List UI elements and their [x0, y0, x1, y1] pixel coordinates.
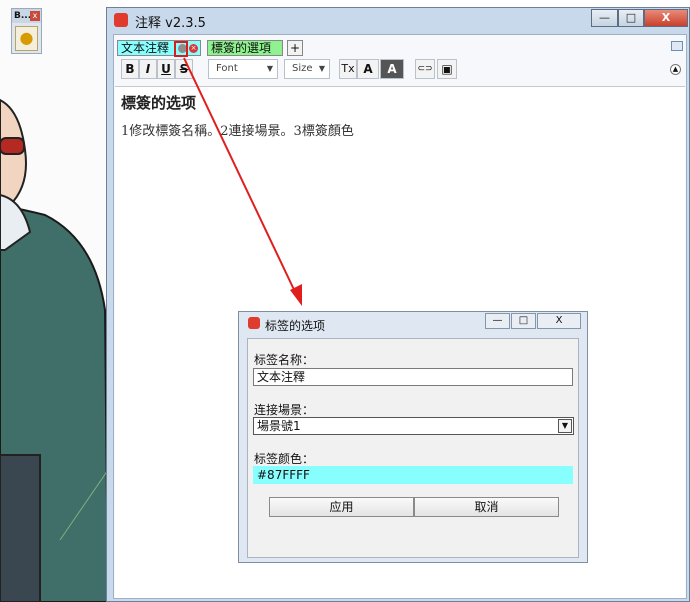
font-dropdown[interactable]: Font ▼ [208, 59, 278, 79]
clear-format-button[interactable]: Tx [339, 59, 357, 79]
close-icon[interactable]: × [189, 44, 198, 53]
tab-label: 文本注釋 [121, 41, 170, 55]
scene-label: 连接場景： [254, 403, 315, 417]
apply-button[interactable]: 应用 [269, 497, 414, 517]
text-color-button[interactable]: A [357, 59, 379, 79]
floating-toolbar: B... x ● [11, 8, 42, 54]
window-titlebar[interactable]: 注释 v2.3.5 — □ X [107, 8, 689, 33]
size-dropdown-label: Size [292, 63, 313, 74]
background-color-button[interactable]: A [380, 59, 404, 79]
underline-button[interactable]: U [157, 59, 175, 79]
chevron-down-icon: ▼ [266, 64, 273, 73]
window-title: 注释 v2.3.5 [135, 16, 206, 31]
italic-button[interactable]: I [139, 59, 157, 79]
speech-bubble-icon[interactable]: ● [15, 26, 38, 51]
floating-toolbar-close-icon[interactable]: x [30, 11, 40, 21]
collapse-icon[interactable]: ▲ [670, 64, 681, 75]
color-label: 标签颜色： [254, 452, 315, 466]
editor-toolbar: B I U S Font ▼ Size ▼ Tx A A ⊂⊃ ▣ ▲ [117, 59, 683, 81]
minimize-button[interactable]: — [591, 9, 618, 27]
app-icon [114, 13, 128, 27]
tab-text-annotation[interactable]: 文本注釋 × [117, 40, 201, 56]
dialog-maximize-button[interactable]: □ [511, 313, 536, 329]
dialog-body: 标签名称： 文本注釋 连接場景： 場景號1 ▼ 标签颜色： #87FFFF 应用… [247, 338, 579, 558]
size-dropdown[interactable]: Size ▼ [284, 59, 330, 79]
dialog-minimize-button[interactable]: — [485, 313, 510, 329]
dialog-close-button[interactable]: X [537, 313, 581, 329]
add-tab-button[interactable]: + [287, 40, 303, 56]
menu-icon[interactable] [671, 41, 683, 51]
name-field[interactable]: 文本注釋 [253, 368, 573, 386]
dialog-title: 标签的选项 [265, 319, 326, 333]
annotation-highlight-box [174, 41, 188, 57]
character-illustration [0, 98, 108, 602]
close-button[interactable]: X [644, 9, 688, 27]
document-text: 1修改標簽名稱。2連接場景。3標簽顏色 [121, 124, 354, 139]
document-heading: 標簽的选项 [121, 94, 197, 112]
chevron-down-icon: ▼ [318, 64, 325, 73]
background-scene: B... x ● [0, 0, 108, 602]
strikethrough-button[interactable]: S [175, 59, 193, 79]
scene-select[interactable]: 場景號1 ▼ [253, 417, 574, 435]
maximize-button[interactable]: □ [618, 9, 644, 27]
font-dropdown-label: Font [216, 63, 238, 74]
tab-label-options[interactable]: 標簽的選項 [207, 40, 283, 56]
dialog-titlebar[interactable]: 标签的选项 — □ X [239, 312, 587, 334]
chevron-down-icon[interactable]: ▼ [558, 419, 572, 433]
link-icon[interactable]: ⊂⊃ [415, 59, 435, 79]
image-icon[interactable]: ▣ [437, 59, 457, 79]
bold-button[interactable]: B [121, 59, 139, 79]
label-options-dialog: 标签的选项 — □ X 标签名称： 文本注釋 连接場景： 場景號1 ▼ 标签颜色… [238, 311, 588, 563]
name-label: 标签名称： [254, 353, 315, 367]
scene-select-value: 場景號1 [257, 419, 301, 433]
app-icon [248, 317, 260, 329]
color-field[interactable]: #87FFFF [253, 466, 573, 484]
cancel-button[interactable]: 取消 [414, 497, 559, 517]
tab-label: 標簽的選項 [211, 41, 272, 55]
